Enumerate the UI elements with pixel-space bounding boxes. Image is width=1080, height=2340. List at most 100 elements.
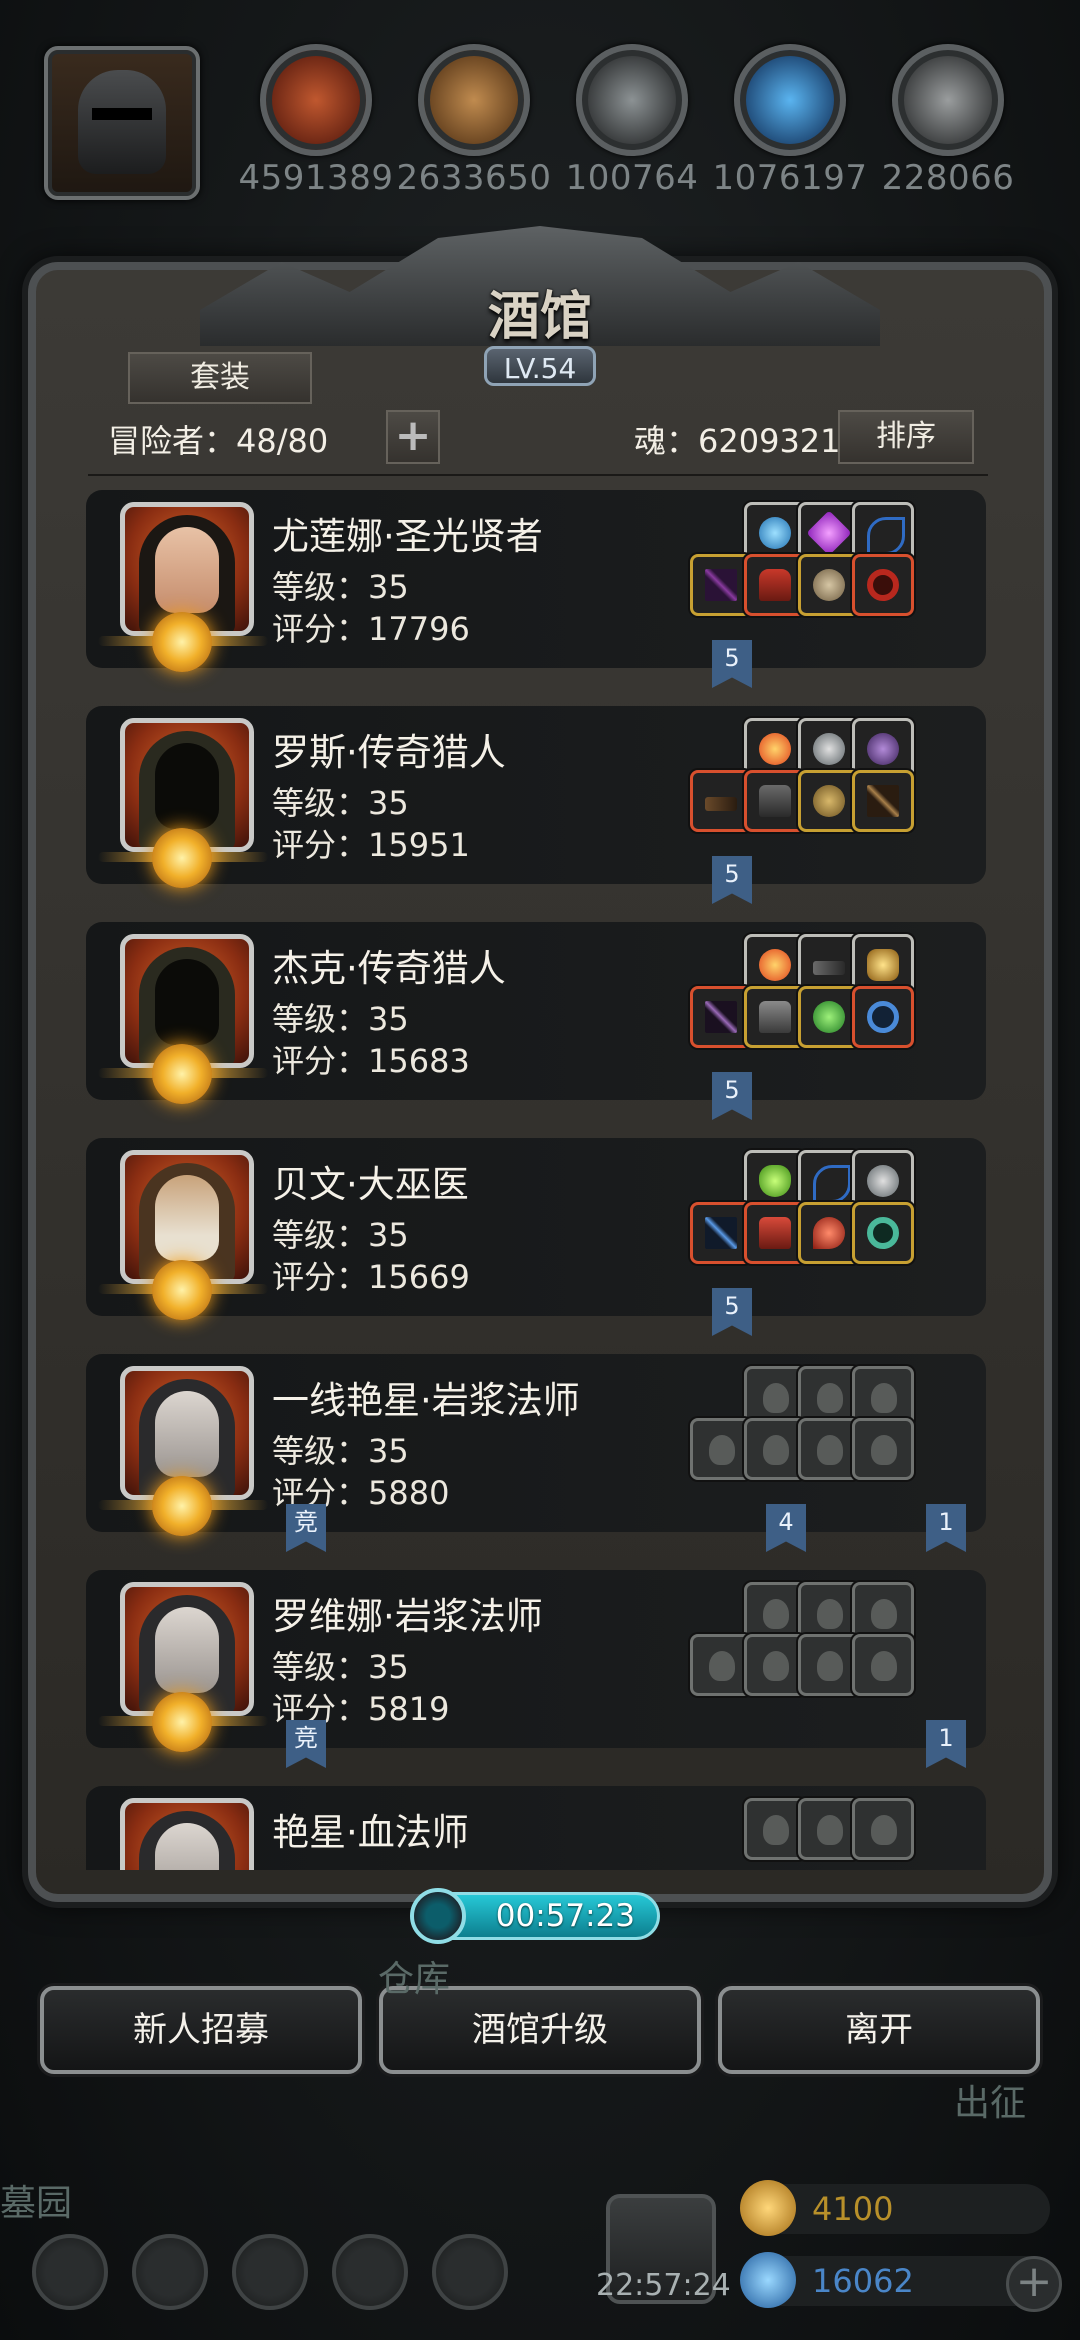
blue-gem-icon bbox=[740, 2252, 796, 2308]
hero-level: 等级：35 bbox=[272, 1648, 409, 1686]
hero-card[interactable]: 一线艳星·岩浆法师 等级：35 评分：5880 竞 4 1 bbox=[86, 1354, 986, 1552]
upgrade-tag: 5 bbox=[712, 1288, 752, 1336]
empty-slot-icon[interactable] bbox=[744, 1798, 806, 1860]
settings-gear-icon[interactable] bbox=[32, 2234, 108, 2310]
building-icon[interactable] bbox=[232, 2234, 308, 2310]
gold-bracer-icon[interactable] bbox=[798, 770, 860, 832]
empty-slot-icon[interactable] bbox=[852, 1418, 914, 1480]
hero-level: 等级：35 bbox=[272, 1432, 409, 1470]
green-leaf-gem-icon[interactable] bbox=[798, 986, 860, 1048]
hero-face bbox=[155, 743, 219, 829]
upgrade-tag: 1 bbox=[926, 1504, 966, 1552]
hero-face bbox=[155, 959, 219, 1045]
hero-level: 等级：35 bbox=[272, 784, 409, 822]
arena-tag: 竞 bbox=[286, 1504, 326, 1552]
gem-amount: 16062 bbox=[812, 2262, 914, 2300]
hero-list[interactable]: 尤莲娜·圣光贤者 等级：35 评分：17796 5 罗斯·传奇猎人 等级：35 … bbox=[86, 490, 986, 1870]
upgrade-tag: 1 bbox=[926, 1720, 966, 1768]
cemetery-label[interactable]: 墓园 bbox=[0, 2174, 72, 2226]
recruit-button[interactable]: 新人招募 bbox=[40, 1986, 362, 2074]
resource-crystal[interactable]: 1076197 bbox=[713, 44, 867, 198]
rank-medal-icon bbox=[152, 1692, 212, 1752]
sort-button[interactable]: 排序 bbox=[838, 410, 974, 464]
resource-stone[interactable]: 228066 bbox=[882, 44, 1014, 198]
soul-count: 魂：6209321 bbox=[634, 422, 841, 460]
wood-planks-icon bbox=[418, 44, 530, 156]
meat-icon bbox=[260, 44, 372, 156]
blue-bracelet-icon[interactable] bbox=[852, 986, 914, 1048]
resource-crystal-value: 1076197 bbox=[712, 158, 868, 198]
empty-slot-icon[interactable] bbox=[690, 1634, 752, 1696]
dark-staff-icon[interactable] bbox=[690, 554, 752, 616]
red-ring-icon[interactable] bbox=[852, 554, 914, 616]
expand-capacity-button[interactable]: + bbox=[386, 410, 440, 464]
red-charm-icon[interactable] bbox=[798, 1202, 860, 1264]
resource-bar: 4591389 2633650 100764 1076197 228066 bbox=[0, 40, 1080, 210]
set-button[interactable]: 套装 bbox=[128, 352, 312, 404]
empty-slot-icon[interactable] bbox=[690, 1418, 752, 1480]
adventurers-count: 冒险者：48/80 bbox=[108, 422, 329, 460]
resource-wood-value: 2633650 bbox=[396, 158, 552, 198]
red-robe-icon[interactable] bbox=[744, 554, 806, 616]
empty-slot-icon[interactable] bbox=[798, 1798, 860, 1860]
hero-card[interactable]: 杰克·传奇猎人 等级：35 评分：15683 5 bbox=[86, 922, 986, 1120]
empty-slot-icon[interactable] bbox=[744, 1418, 806, 1480]
hero-score: 评分：17796 bbox=[272, 610, 470, 648]
knight-helmet-icon bbox=[78, 70, 166, 174]
gold-coin-icon bbox=[740, 2180, 796, 2236]
green-ring-icon[interactable] bbox=[852, 1202, 914, 1264]
empty-slot-icon[interactable] bbox=[798, 1418, 860, 1480]
expedition-label[interactable]: 出征 bbox=[954, 2074, 1026, 2126]
arena-tag: 竞 bbox=[286, 1720, 326, 1768]
hero-card[interactable]: 罗斯·传奇猎人 等级：35 评分：15951 5 bbox=[86, 706, 986, 904]
hero-score: 评分：15669 bbox=[272, 1258, 470, 1296]
red-armor-icon[interactable] bbox=[744, 1202, 806, 1264]
iron-ingot-icon bbox=[576, 44, 688, 156]
hero-card[interactable]: 艳星·血法师 bbox=[86, 1786, 986, 1870]
resource-iron[interactable]: 100764 bbox=[566, 44, 698, 198]
hero-card[interactable]: 贝文·大巫医 等级：35 评分：15669 5 bbox=[86, 1138, 986, 1336]
upgrade-tag: 5 bbox=[712, 1072, 752, 1120]
crossbow-icon[interactable] bbox=[690, 770, 752, 832]
hero-name: 罗维娜·岩浆法师 bbox=[272, 1595, 543, 1638]
hero-name: 一线艳星·岩浆法师 bbox=[272, 1379, 580, 1422]
clock-icon bbox=[410, 1888, 466, 1944]
add-currency-button[interactable]: + bbox=[1006, 2256, 1062, 2312]
stone-block-icon bbox=[892, 44, 1004, 156]
rank-medal-icon bbox=[152, 1260, 212, 1320]
upgrade-tag: 4 bbox=[766, 1504, 806, 1552]
purple-sword-icon[interactable] bbox=[690, 986, 752, 1048]
hero-card[interactable]: 罗维娜·岩浆法师 等级：35 评分：5819 竞 1 bbox=[86, 1570, 986, 1768]
blue-wand-icon[interactable] bbox=[690, 1202, 752, 1264]
rank-medal-icon bbox=[152, 1044, 212, 1104]
mail-icon[interactable] bbox=[332, 2234, 408, 2310]
plate-armor-icon[interactable] bbox=[744, 986, 806, 1048]
wooden-club-icon[interactable] bbox=[852, 770, 914, 832]
resource-meat[interactable]: 4591389 bbox=[239, 44, 393, 198]
hero-level: 等级：35 bbox=[272, 1000, 409, 1038]
hero-score: 评分：15951 bbox=[272, 826, 470, 864]
hero-card[interactable]: 尤莲娜·圣光贤者 等级：35 评分：17796 5 bbox=[86, 490, 986, 688]
achievement-star-icon[interactable] bbox=[132, 2234, 208, 2310]
hero-face bbox=[155, 1391, 219, 1477]
game-clock: 22:57:24 bbox=[596, 2268, 731, 2303]
leave-button[interactable]: 离开 bbox=[718, 1986, 1040, 2074]
resource-wood[interactable]: 2633650 bbox=[397, 44, 551, 198]
blue-crystal-icon bbox=[734, 44, 846, 156]
hero-name: 杰克·传奇猎人 bbox=[272, 947, 506, 990]
skull-mask-icon[interactable] bbox=[798, 554, 860, 616]
empty-slot-icon[interactable] bbox=[852, 1634, 914, 1696]
empty-slot-icon[interactable] bbox=[852, 1798, 914, 1860]
rank-medal-icon bbox=[152, 828, 212, 888]
empty-slot-icon[interactable] bbox=[798, 1634, 860, 1696]
player-avatar[interactable] bbox=[44, 46, 200, 200]
rank-medal-icon bbox=[152, 1476, 212, 1536]
hero-score: 评分：15683 bbox=[272, 1042, 470, 1080]
hero-name: 艳星·血法师 bbox=[272, 1811, 469, 1854]
empty-slot-icon[interactable] bbox=[744, 1634, 806, 1696]
hero-face bbox=[155, 1175, 219, 1261]
leather-armor-icon[interactable] bbox=[744, 770, 806, 832]
panel-title: 酒馆 bbox=[487, 286, 592, 347]
dice-icon[interactable] bbox=[432, 2234, 508, 2310]
hero-portrait[interactable] bbox=[120, 1798, 254, 1870]
